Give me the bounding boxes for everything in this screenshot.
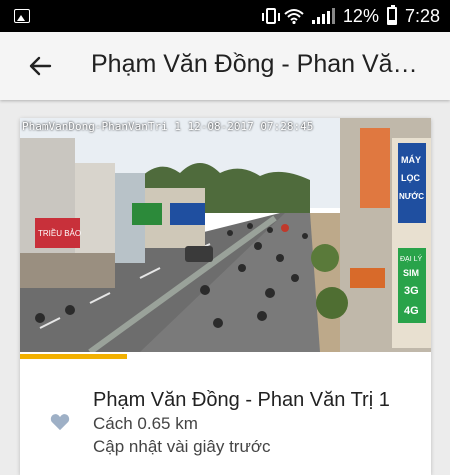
app-bar: Phạm Văn Đồng - Phan Văn Trị 1 — [0, 32, 450, 100]
back-arrow-icon[interactable] — [28, 54, 52, 78]
camera-updated: Cập nhật vài giây trước — [93, 437, 271, 456]
sign-dai-ly: ĐẠI LÝ — [400, 254, 423, 263]
camera-distance: Cách 0.65 km — [93, 414, 198, 433]
signal-icon — [311, 8, 335, 24]
sign-sim: SIM — [403, 268, 419, 278]
image-notification-icon — [14, 9, 30, 23]
sign-loc: LỌC — [401, 173, 420, 183]
status-bar: 12% 7:28 — [0, 0, 450, 32]
clock: 7:28 — [404, 5, 440, 26]
page-title: Phạm Văn Đồng - Phan Văn Trị 1 — [91, 50, 431, 78]
camera-timestamp: PhamVanDong-PhanVanTri 1 12-08-2017 07:2… — [22, 120, 314, 133]
favorite-heart-icon[interactable] — [50, 413, 70, 431]
camera-card[interactable]: TRIỀU BẢO MÁY LỌC NƯỚC ĐẠI LÝ SIM 3G 4G — [20, 118, 431, 475]
battery-icon — [386, 5, 397, 25]
battery-percent: 12% — [342, 5, 379, 26]
wifi-icon — [284, 9, 304, 24]
progress-fill — [20, 354, 127, 359]
sign-3g: 3G — [404, 285, 419, 297]
vibrate-icon — [261, 8, 280, 24]
image-load-progress — [20, 352, 431, 361]
camera-info: Phạm Văn Đồng - Phan Văn Trị 1 Cách 0.65… — [20, 361, 431, 475]
camera-snapshot[interactable]: TRIỀU BẢO MÁY LỌC NƯỚC ĐẠI LÝ SIM 3G 4G — [20, 118, 431, 352]
sign-nuoc: NƯỚC — [399, 192, 424, 201]
sign-4g: 4G — [404, 305, 419, 317]
sign-trieu-bao: TRIỀU BẢO — [38, 228, 81, 238]
sign-may: MÁY — [401, 155, 421, 165]
camera-name: Phạm Văn Đồng - Phan Văn Trị 1 — [93, 389, 390, 411]
traffic-camera-image: TRIỀU BẢO MÁY LỌC NƯỚC ĐẠI LÝ SIM 3G 4G — [20, 118, 431, 352]
